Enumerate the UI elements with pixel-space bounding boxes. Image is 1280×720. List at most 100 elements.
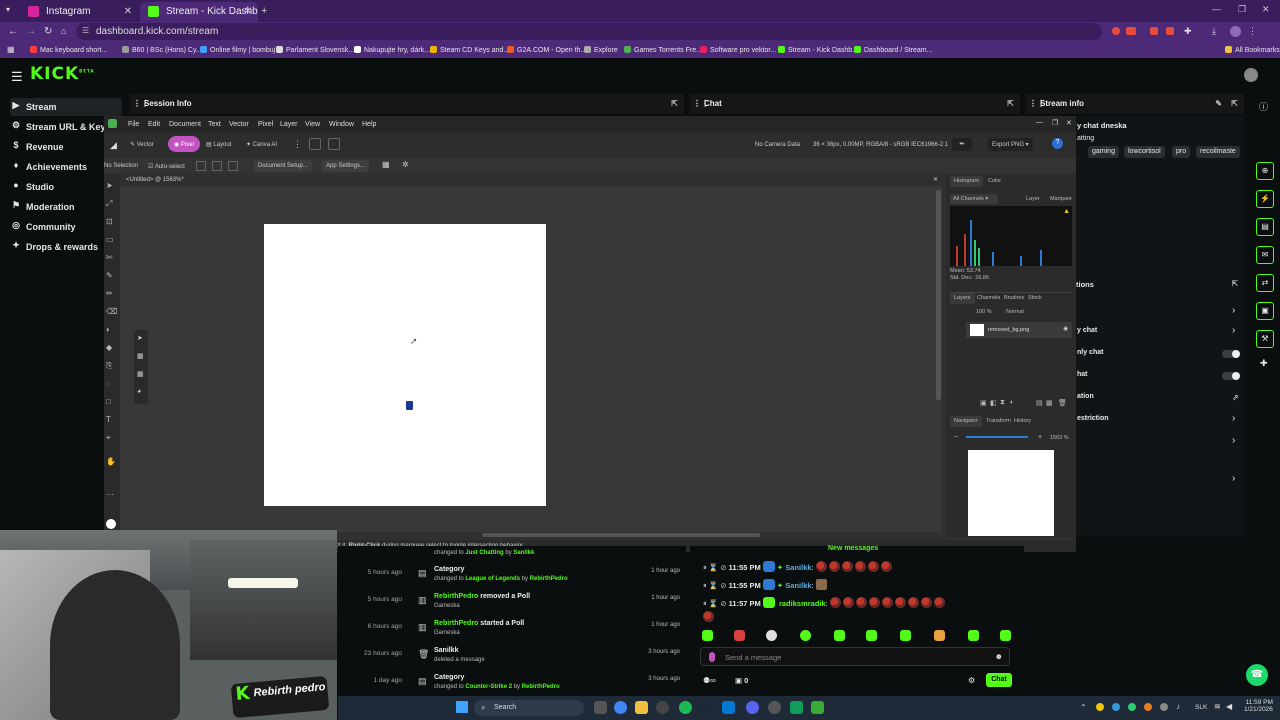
selection-tool-icon[interactable]: ▭ (106, 235, 118, 247)
delete-icon[interactable]: ⊘ (720, 563, 726, 572)
site-info-icon[interactable]: ☰ (82, 26, 89, 35)
steam-icon[interactable] (700, 701, 713, 714)
close-window-icon[interactable]: ✕ (1066, 119, 1072, 127)
move-tool-icon[interactable]: ➤ (106, 181, 118, 193)
layer-action-icon[interactable]: ⧗ (1000, 399, 1005, 407)
menu-dots-icon[interactable]: ⋮ (1248, 26, 1257, 37)
layer-action-icon[interactable]: ◐ (1010, 399, 1014, 406)
zoom-slider[interactable] (966, 436, 1028, 438)
kick-logo[interactable]: KICKBETA (30, 64, 94, 84)
emote-button[interactable] (734, 630, 745, 641)
pin-icon[interactable]: ⏸ (703, 599, 707, 608)
bookmark-item[interactable]: Dashboard / Stream... (854, 46, 932, 54)
tab-channels[interactable]: Channels (977, 295, 1000, 301)
brush-tool-icon[interactable]: ✎ (106, 271, 118, 283)
support-chat-button[interactable]: ☎ (1246, 664, 1268, 686)
popout-icon[interactable]: ⇱ (1007, 99, 1014, 108)
bookmark-item[interactable]: Parlament Slovensk... (276, 46, 354, 54)
chat-input[interactable]: Send a message ☻ (700, 647, 1010, 666)
menu-layer[interactable]: Layer (280, 121, 298, 128)
chevron-right-icon[interactable]: › (1232, 435, 1235, 446)
windows-start-icon[interactable] (456, 701, 468, 713)
new-tab-button[interactable]: + (261, 5, 267, 17)
external-link-icon[interactable]: ⇗ (1232, 393, 1239, 402)
close-window-icon[interactable]: ✕ (1262, 4, 1270, 15)
home-icon[interactable]: ⌂ (61, 26, 66, 36)
drag-handle-icon[interactable]: ⋮⋮ (133, 99, 149, 108)
app-icon[interactable] (768, 701, 781, 714)
menu-vector[interactable]: Vector (229, 121, 249, 128)
grid-icon[interactable]: ▦ (137, 352, 144, 360)
mic-icon[interactable] (709, 652, 715, 662)
toolbar-button[interactable] (228, 161, 238, 171)
minimize-icon[interactable]: — (1036, 119, 1043, 126)
bookmark-item[interactable]: Nakupujte hry, dárk... (354, 46, 430, 54)
toolbar-button[interactable] (196, 161, 206, 171)
quick-action-button[interactable]: ⊕ (1256, 162, 1274, 180)
menu-pixel[interactable]: Pixel (258, 121, 273, 128)
profile-avatar[interactable] (1230, 26, 1241, 37)
pencil-tool-icon[interactable]: ✏ (106, 289, 118, 301)
chat-send-button[interactable]: Chat (986, 673, 1012, 687)
navigator-preview[interactable] (968, 450, 1054, 536)
transform-tool-icon[interactable]: ⤢ (106, 199, 118, 211)
tab-instagram[interactable]: Instagram ✕ (20, 2, 138, 22)
bookmark-item[interactable]: Online filmy | bombuj (200, 46, 275, 54)
close-icon[interactable]: ✕ (933, 176, 938, 183)
quick-action-button[interactable]: ▣ (1256, 302, 1274, 320)
drag-handle-icon[interactable]: ⋮⋮ (1029, 99, 1045, 108)
all-bookmarks-button[interactable]: All Bookmarks (1225, 46, 1280, 54)
file-explorer-icon[interactable] (635, 701, 648, 714)
photos-icon[interactable] (722, 701, 735, 714)
shape-tool-icon[interactable]: □ (106, 397, 118, 409)
obs-icon[interactable] (656, 701, 669, 714)
clone-tool-icon[interactable]: ⎘ (106, 361, 118, 373)
spotify-icon[interactable] (679, 701, 692, 714)
gear-icon[interactable]: ✲ (402, 160, 409, 169)
vertical-scrollbar[interactable] (936, 190, 941, 400)
emote-button[interactable] (968, 630, 979, 641)
menu-text[interactable]: Text (208, 121, 221, 128)
bookmark-item[interactable]: Steam CD Keys and... (430, 46, 509, 54)
document-tab[interactable]: <Untitled> @ 1563%* ✕ (120, 174, 942, 186)
extensions-puzzle-icon[interactable]: ✚ (1184, 26, 1192, 37)
layer-row[interactable]: removed_bg.png ◉ (966, 322, 1072, 338)
zoom-in-icon[interactable]: + (1038, 434, 1042, 441)
bookmark-item[interactable]: G2A.COM - Open th... (507, 46, 586, 54)
minimize-icon[interactable]: — (1212, 4, 1221, 14)
tab-transform[interactable]: Transform (986, 418, 1011, 424)
tray-icon[interactable] (1160, 703, 1168, 711)
more-dots-icon[interactable]: ⋮ (293, 139, 302, 150)
delete-icon[interactable]: ⊘ (720, 599, 726, 608)
quick-action-button[interactable]: ⚒ (1256, 330, 1274, 348)
layer-action-icon[interactable]: ▦ (1046, 399, 1053, 407)
opacity-field[interactable]: 100 % (976, 309, 992, 315)
layer-action-icon[interactable]: ▤ (1036, 399, 1043, 407)
menu-document[interactable]: Document (169, 121, 201, 128)
marquee-radio[interactable]: Marquee (1050, 196, 1072, 202)
persona-layout[interactable]: ▤ Layout (206, 141, 231, 148)
bookmark-item[interactable]: Explore (584, 46, 618, 54)
persona-vector[interactable]: ✎ Vector (130, 141, 154, 148)
apps-grid-icon[interactable]: ▦ (7, 45, 15, 54)
chat-username[interactable]: Sanilkk (785, 563, 811, 572)
extension-icon[interactable] (1150, 27, 1158, 35)
chevron-right-icon[interactable]: › (1232, 473, 1235, 484)
emoji-icon[interactable]: ☻ (995, 652, 1003, 661)
discord-icon[interactable] (746, 701, 759, 714)
document-setup-button[interactable]: Document Setup... (254, 160, 312, 172)
emote-button[interactable] (866, 630, 877, 641)
maximize-icon[interactable]: ❐ (1238, 4, 1246, 15)
tab-search-icon[interactable]: ▾ (6, 6, 10, 14)
toolbar-button[interactable] (309, 138, 321, 150)
menu-help[interactable]: Help (362, 121, 376, 128)
sidebar-item-stream[interactable]: ▶ Stream (10, 98, 122, 116)
popout-icon[interactable]: ⇱ (671, 99, 678, 108)
popout-icon[interactable]: ⇱ (1232, 279, 1238, 288)
blur-tool-icon[interactable]: ◌ (106, 379, 118, 391)
more-tools-icon[interactable]: ⋯ (106, 490, 118, 502)
extension-icon[interactable] (1112, 27, 1120, 35)
timeout-icon[interactable]: ⌛ (709, 581, 718, 590)
quick-action-button[interactable]: ⇄ (1256, 274, 1274, 292)
close-icon[interactable]: ✕ (244, 6, 252, 17)
